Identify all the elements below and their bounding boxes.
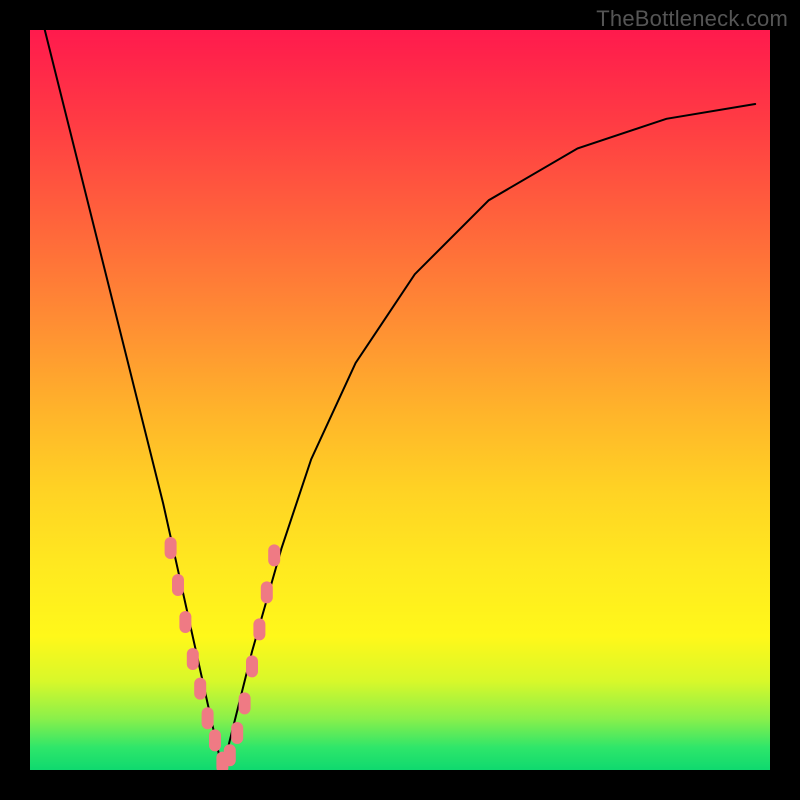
sample-point <box>268 544 280 566</box>
chart-frame: TheBottleneck.com <box>0 0 800 800</box>
sample-points <box>165 537 281 770</box>
sample-point <box>194 678 206 700</box>
plot-area <box>30 30 770 770</box>
sample-point <box>202 707 214 729</box>
sample-point <box>239 692 251 714</box>
sample-point <box>231 722 243 744</box>
sample-point <box>172 574 184 596</box>
sample-point <box>253 618 265 640</box>
curve-right-branch <box>222 104 755 770</box>
sample-point <box>165 537 177 559</box>
sample-point <box>261 581 273 603</box>
sample-point <box>187 648 199 670</box>
sample-point <box>224 744 236 766</box>
chart-svg <box>30 30 770 770</box>
sample-point <box>246 655 258 677</box>
watermark-text: TheBottleneck.com <box>596 6 788 32</box>
sample-point <box>209 729 221 751</box>
sample-point <box>179 611 191 633</box>
bottleneck-curve <box>45 30 755 770</box>
